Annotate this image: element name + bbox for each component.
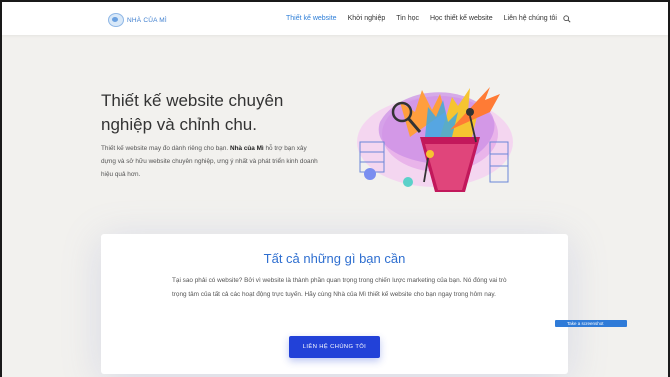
hero-brand: Nhà của Mì <box>229 145 264 152</box>
logo-icon <box>108 13 124 27</box>
search-icon[interactable] <box>563 15 571 23</box>
nav-item-lien-he[interactable]: Liên hệ chúng tôi <box>504 15 557 22</box>
nav-item-tin-hoc[interactable]: Tin học <box>396 15 419 22</box>
logo-text: NHÀ CỦA MÌ <box>127 16 167 24</box>
hero-title: Thiết kế website chuyên nghiệp và chỉnh … <box>101 91 284 134</box>
feature-card: Tất cả những gì bạn cần Tại sao phải có … <box>101 234 568 374</box>
hero-text-prefix: Thiết kế website may đo dành riêng cho b… <box>101 145 229 152</box>
nav-item-thiet-ke-website[interactable]: Thiết kế website <box>286 15 337 22</box>
card-title: Tất cả những gì bạn cần <box>263 251 406 266</box>
hero-description: Thiết kế website may đo dành riêng cho b… <box>101 142 321 181</box>
hero-illustration <box>357 87 513 192</box>
contact-button[interactable]: LIÊN HỆ CHÚNG TÔI <box>289 336 380 358</box>
site-header: NHÀ CỦA MÌ Thiết kế website Khởi nghiệp … <box>2 2 668 35</box>
nav-item-khoi-nghiep[interactable]: Khởi nghiệp <box>348 15 386 22</box>
take-screenshot-badge[interactable]: Take a screenshot <box>555 320 627 327</box>
site-logo[interactable]: NHÀ CỦA MÌ <box>108 13 167 27</box>
nav-item-hoc-thiet-ke-website[interactable]: Học thiết kế website <box>430 15 493 22</box>
card-text: Tại sao phải có website? Bởi vì website … <box>172 277 507 298</box>
window-frame-left <box>0 0 2 377</box>
main-nav: Thiết kế website Khởi nghiệp Tin học Học… <box>286 15 568 22</box>
